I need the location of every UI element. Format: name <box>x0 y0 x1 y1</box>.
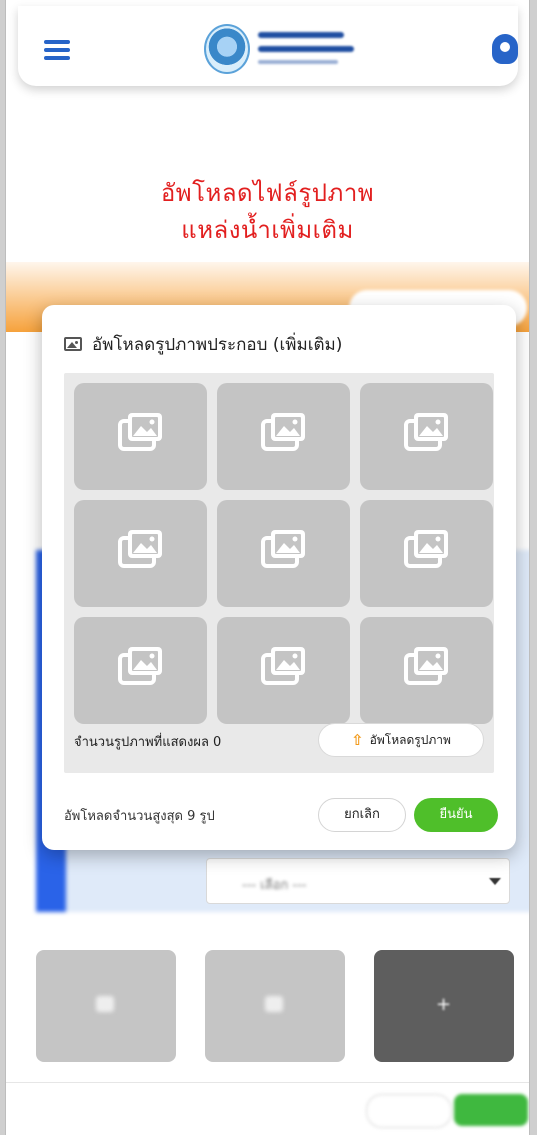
plus-icon: + <box>436 994 452 1015</box>
photo-thumb[interactable] <box>205 950 345 1062</box>
logo-wordmark-line <box>258 46 354 52</box>
image-placeholder-icon <box>404 413 448 451</box>
image-slot[interactable] <box>217 500 350 607</box>
image-grid <box>74 383 493 724</box>
add-photo-thumb[interactable]: + <box>374 950 514 1062</box>
image-slot[interactable] <box>74 383 207 490</box>
image-placeholder-icon <box>261 530 305 568</box>
chevron-down-icon <box>489 878 501 885</box>
image-placeholder-icon <box>404 647 448 685</box>
footer-cancel-button[interactable] <box>366 1094 452 1128</box>
image-placeholder-icon <box>261 647 305 685</box>
image-placeholder-icon <box>118 647 162 685</box>
footer-confirm-button[interactable] <box>454 1094 528 1126</box>
image-count-label: จำนวนรูปภาพที่แสดงผล 0 <box>74 735 222 750</box>
image-placeholder-icon <box>118 413 162 451</box>
footer-divider <box>6 1082 529 1083</box>
image-slot[interactable] <box>360 500 493 607</box>
image-placeholder-icon <box>404 530 448 568</box>
image-placeholder-icon <box>118 530 162 568</box>
cancel-button[interactable]: ยกเลิก <box>318 798 406 832</box>
modal-title: อัพโหลดรูปภาพประกอบ (เพิ่มเติม) <box>92 334 343 355</box>
logo-wordmark-line <box>258 60 338 64</box>
confirm-button[interactable]: ยืนยัน <box>414 798 498 832</box>
upload-icon: ⇧ <box>351 730 364 749</box>
image-slot[interactable] <box>360 617 493 724</box>
image-icon <box>64 337 82 351</box>
page-title-line1: อัพโหลดไฟล์รูปภาพ <box>160 179 375 207</box>
dropdown-placeholder: --- เลือก --- <box>242 878 307 893</box>
hamburger-menu-icon[interactable] <box>44 40 70 60</box>
max-upload-label: อัพโหลดจำนวนสูงสุด 9 รูป <box>64 809 215 824</box>
upload-image-button[interactable]: ⇧ อัพโหลดรูปภาพ <box>318 723 484 757</box>
logo-wordmark-line <box>258 32 344 38</box>
upload-button-label: อัพโหลดรูปภาพ <box>369 732 451 747</box>
top-header <box>18 6 518 86</box>
image-icon <box>96 996 114 1012</box>
agency-logo <box>204 20 354 78</box>
image-slot[interactable] <box>217 383 350 490</box>
image-icon <box>265 996 283 1012</box>
image-placeholder-icon <box>261 413 305 451</box>
page-title-line2: แหล่งน้ำเพิ่มเติม <box>181 216 354 244</box>
image-slot[interactable] <box>74 500 207 607</box>
image-slot[interactable] <box>360 383 493 490</box>
user-account-icon[interactable] <box>492 34 518 64</box>
image-slot[interactable] <box>74 617 207 724</box>
agency-seal-icon <box>204 24 250 74</box>
image-slot[interactable] <box>217 617 350 724</box>
image-gallery: จำนวนรูปภาพที่แสดงผล 0 ⇧ อัพโหลดรูปภาพ <box>64 373 494 773</box>
app-frame: อัพโหลดไฟล์รูปภาพ แหล่งน้ำเพิ่มเติม --- … <box>6 0 529 1135</box>
modal-header: อัพโหลดรูปภาพประกอบ (เพิ่มเติม) <box>64 331 342 357</box>
photo-thumb[interactable] <box>36 950 176 1062</box>
upload-modal: อัพโหลดรูปภาพประกอบ (เพิ่มเติม) จำนวนรูป… <box>42 305 516 850</box>
